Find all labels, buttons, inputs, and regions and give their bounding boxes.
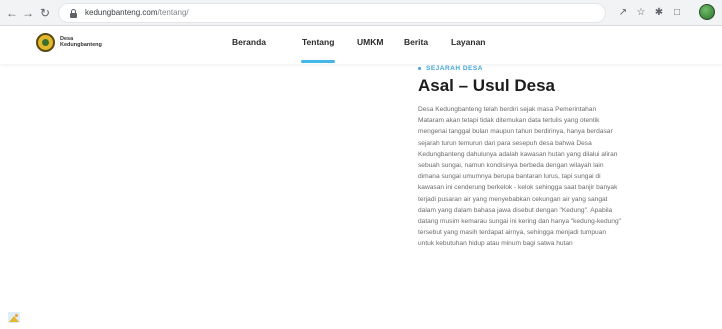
logo-line-2: Kedungbanteng bbox=[60, 42, 102, 48]
back-icon[interactable]: ← bbox=[4, 5, 20, 21]
nav-tentang[interactable]: Tentang bbox=[302, 37, 334, 47]
paragraph-line: Kedungbanteng dahulunya adalah kawasan h… bbox=[418, 150, 618, 158]
history-paragraph: Desa Kedungbanteng telah berdiri sejak m… bbox=[418, 104, 680, 250]
paragraph-line: datang musim kemarau sungai ini kering d… bbox=[418, 218, 621, 226]
paragraph-line: kawasan ini cenderung berkelok - kelok s… bbox=[418, 184, 618, 192]
section-eyebrow: SEJARAH DESA bbox=[418, 65, 483, 72]
site-logo-text[interactable]: Desa Kedungbanteng bbox=[60, 36, 102, 48]
active-nav-indicator bbox=[301, 60, 335, 63]
url-domain: kedungbanteng.com bbox=[85, 8, 158, 17]
paragraph-line: mengenai tanggal bulan maupun tahun berd… bbox=[418, 128, 613, 136]
nav-umkm[interactable]: UMKM bbox=[357, 37, 383, 47]
broken-image-icon bbox=[8, 312, 20, 323]
share-icon[interactable]: ↗ bbox=[616, 6, 630, 20]
paragraph-line: terjadi pusaran air yang menyebabkan cek… bbox=[418, 195, 608, 203]
nav-beranda[interactable]: Beranda bbox=[232, 37, 266, 47]
village-logo-icon[interactable] bbox=[36, 33, 55, 52]
paragraph-line: sebuah sungai, namun kondisinya berbeda … bbox=[418, 162, 604, 170]
lock-icon[interactable] bbox=[70, 9, 77, 18]
profile-avatar[interactable] bbox=[699, 4, 715, 20]
paragraph-line: Mataram akan tetapi tidak ditemukan data… bbox=[418, 117, 600, 125]
nav-berita[interactable]: Berita bbox=[404, 37, 428, 47]
forward-icon[interactable]: → bbox=[20, 5, 36, 21]
url-path: /tentang/ bbox=[157, 8, 189, 17]
site-header: Desa Kedungbanteng Beranda Tentang UMKM … bbox=[0, 26, 722, 64]
eyebrow-text: SEJARAH DESA bbox=[426, 65, 483, 72]
reload-icon[interactable]: ↻ bbox=[37, 5, 53, 21]
side-panel-icon[interactable]: □ bbox=[670, 6, 684, 20]
extensions-icon[interactable]: ✱ bbox=[652, 6, 666, 20]
paragraph-line: untuk kebutuhan hidup atau minum bagi sa… bbox=[418, 240, 573, 248]
address-bar[interactable]: kedungbanteng.com/tentang/ bbox=[58, 3, 606, 23]
eyebrow-dot-icon bbox=[418, 66, 421, 70]
nav-layanan[interactable]: Layanan bbox=[451, 37, 486, 47]
paragraph-line: dimana sungai umumnya berupa bantaran lu… bbox=[418, 173, 601, 181]
browser-toolbar: ← → ↻ kedungbanteng.com/tentang/ ↗ ☆ ✱ □ bbox=[0, 0, 722, 26]
paragraph-line: dalam yang dalam bahasa jawa disebut den… bbox=[418, 206, 613, 214]
url-text[interactable]: kedungbanteng.com/tentang/ bbox=[85, 8, 189, 17]
paragraph-line: Desa Kedungbanteng telah berdiri sejak m… bbox=[418, 106, 597, 113]
paragraph-line: sejarah turun temurun dari para sesepuh … bbox=[418, 139, 592, 147]
paragraph-line: tersebut yang masih terdapat airnya, seh… bbox=[418, 229, 607, 237]
bookmark-star-icon[interactable]: ☆ bbox=[634, 6, 648, 20]
page-title: Asal – Usul Desa bbox=[418, 76, 556, 95]
